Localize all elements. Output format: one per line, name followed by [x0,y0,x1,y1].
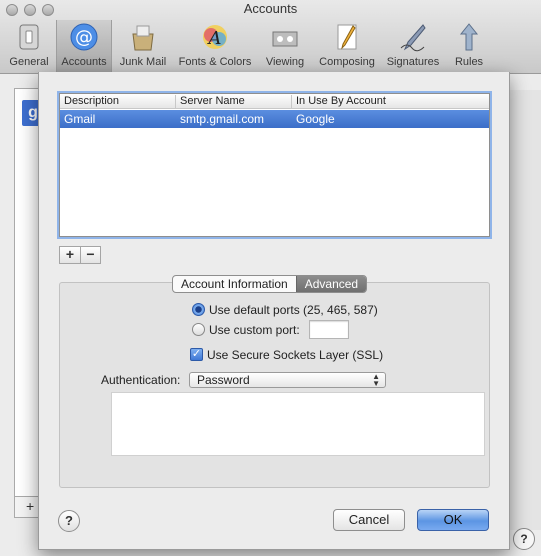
cancel-button[interactable]: Cancel [333,509,405,531]
toolbar-composing[interactable]: Composing [314,20,380,72]
toolbar-label: Rules [454,56,484,68]
junk-mail-icon [132,25,154,51]
default-ports-radio[interactable] [192,303,205,316]
table-row[interactable]: Gmail smtp.gmail.com Google [60,110,489,128]
authentication-details-area [111,392,485,456]
window-title: Accounts [243,1,298,16]
toolbar-label: Junk Mail [119,56,167,68]
custom-port-radio[interactable] [192,323,205,336]
cell-server-name: smtp.gmail.com [180,112,265,126]
toolbar-label: Signatures [386,56,440,68]
custom-port-input[interactable] [309,320,349,339]
ssl-label: Use Secure Sockets Layer (SSL) [207,348,384,362]
toolbar-rules[interactable]: Rules [446,20,492,72]
signatures-pen-icon [400,24,426,52]
viewing-icon [272,31,298,47]
authentication-label: Authentication: [101,373,181,387]
help-button[interactable]: ? [58,510,80,532]
chevron-up-down-icon: ▲ ▼ [372,372,380,388]
column-header-server-name[interactable]: Server Name [176,95,292,108]
toolbar-viewing[interactable]: Viewing [258,20,312,72]
default-ports-label: Use default ports (25, 465, 587) [209,303,378,317]
svg-text:A: A [207,28,222,49]
remove-server-button[interactable]: − [80,247,100,263]
toolbar-label: Viewing [265,56,305,68]
authentication-value: Password [197,373,250,387]
column-header-description[interactable]: Description [60,95,176,108]
fonts-colors-icon: A [203,25,227,49]
add-server-button[interactable]: + [60,247,80,263]
add-account-button[interactable]: + [26,498,34,514]
ssl-checkbox[interactable]: ✓ [190,348,203,361]
toolbar-junk-mail[interactable]: Junk Mail [114,20,172,72]
at-sign-icon: @ [70,23,98,51]
settings-tabs: Account Information Advanced [172,275,368,293]
toolbar-label: General [9,56,49,68]
preferences-toolbar: General @ Accounts Junk Mail A Fonts & C [0,20,541,72]
toolbar-accounts[interactable]: @ Accounts [56,20,112,72]
background-help-button[interactable]: ? [513,528,535,550]
composing-pencil-icon [337,24,357,50]
toolbar-fonts-colors[interactable]: A Fonts & Colors [174,20,256,72]
tab-advanced[interactable]: Advanced [295,276,367,292]
toolbar-general[interactable]: General [4,20,54,72]
toolbar-label: Composing [319,56,375,68]
toolbar-signatures[interactable]: Signatures [382,20,444,72]
smtp-server-table[interactable]: Description Server Name In Use By Accoun… [59,93,490,237]
add-remove-control: + − [59,246,101,264]
toolbar-label: Accounts [61,56,107,68]
smtp-server-sheet: Description Server Name In Use By Accoun… [38,72,510,550]
column-header-in-use-by[interactable]: In Use By Account [292,95,489,108]
authentication-select[interactable]: Password ▲ ▼ [189,372,386,388]
title-bar: Accounts General @ Accounts Junk Mail A … [0,0,541,74]
tab-account-information[interactable]: Account Information [173,276,296,292]
cell-description: Gmail [64,112,96,126]
custom-port-label: Use custom port: [209,323,300,337]
svg-text:@: @ [75,27,93,48]
general-switch-icon [19,24,39,50]
cell-account: Google [296,112,335,126]
toolbar-label: Fonts & Colors [178,56,252,68]
rules-icon [459,23,479,51]
account-details-panel [509,90,541,530]
ok-button[interactable]: OK [417,509,489,531]
table-header: Description Server Name In Use By Accoun… [60,94,489,109]
